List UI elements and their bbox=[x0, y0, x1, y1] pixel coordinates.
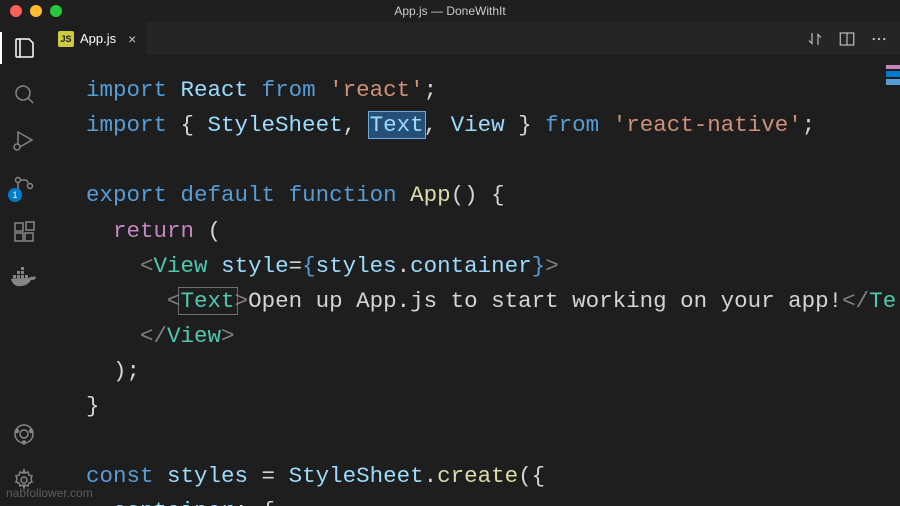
source-control-badge: 1 bbox=[8, 188, 22, 202]
extensions-icon[interactable] bbox=[10, 218, 38, 246]
main-layout: 1 JS App.js × bbox=[0, 22, 900, 506]
minimize-window-button[interactable] bbox=[30, 5, 42, 17]
editor-actions bbox=[806, 22, 900, 55]
maximize-window-button[interactable] bbox=[50, 5, 62, 17]
tab-label: App.js bbox=[80, 31, 116, 46]
window-controls bbox=[0, 5, 62, 17]
editor-area: JS App.js × import React from 'react'; i… bbox=[48, 22, 900, 506]
activity-bar: 1 bbox=[0, 22, 48, 506]
compare-changes-icon[interactable] bbox=[806, 30, 824, 48]
run-debug-icon[interactable] bbox=[10, 126, 38, 154]
title-bar: App.js — DoneWithIt bbox=[0, 0, 900, 22]
remote-explorer-icon[interactable] bbox=[10, 420, 38, 448]
tab-close-icon[interactable]: × bbox=[128, 31, 136, 47]
search-icon[interactable] bbox=[10, 80, 38, 108]
docker-icon[interactable] bbox=[10, 264, 38, 292]
tab-bar: JS App.js × bbox=[48, 22, 900, 55]
tab-app-js[interactable]: JS App.js × bbox=[48, 22, 146, 55]
close-window-button[interactable] bbox=[10, 5, 22, 17]
watermark: nabfollower.com bbox=[6, 486, 93, 500]
explorer-icon[interactable] bbox=[10, 34, 38, 62]
split-editor-icon[interactable] bbox=[838, 30, 856, 48]
more-actions-icon[interactable] bbox=[870, 30, 888, 48]
js-file-icon: JS bbox=[58, 31, 74, 47]
code-editor[interactable]: import React from 'react'; import { Styl… bbox=[48, 55, 900, 506]
source-control-icon[interactable]: 1 bbox=[10, 172, 38, 200]
window-title: App.js — DoneWithIt bbox=[394, 4, 505, 18]
overview-ruler[interactable] bbox=[886, 57, 900, 506]
